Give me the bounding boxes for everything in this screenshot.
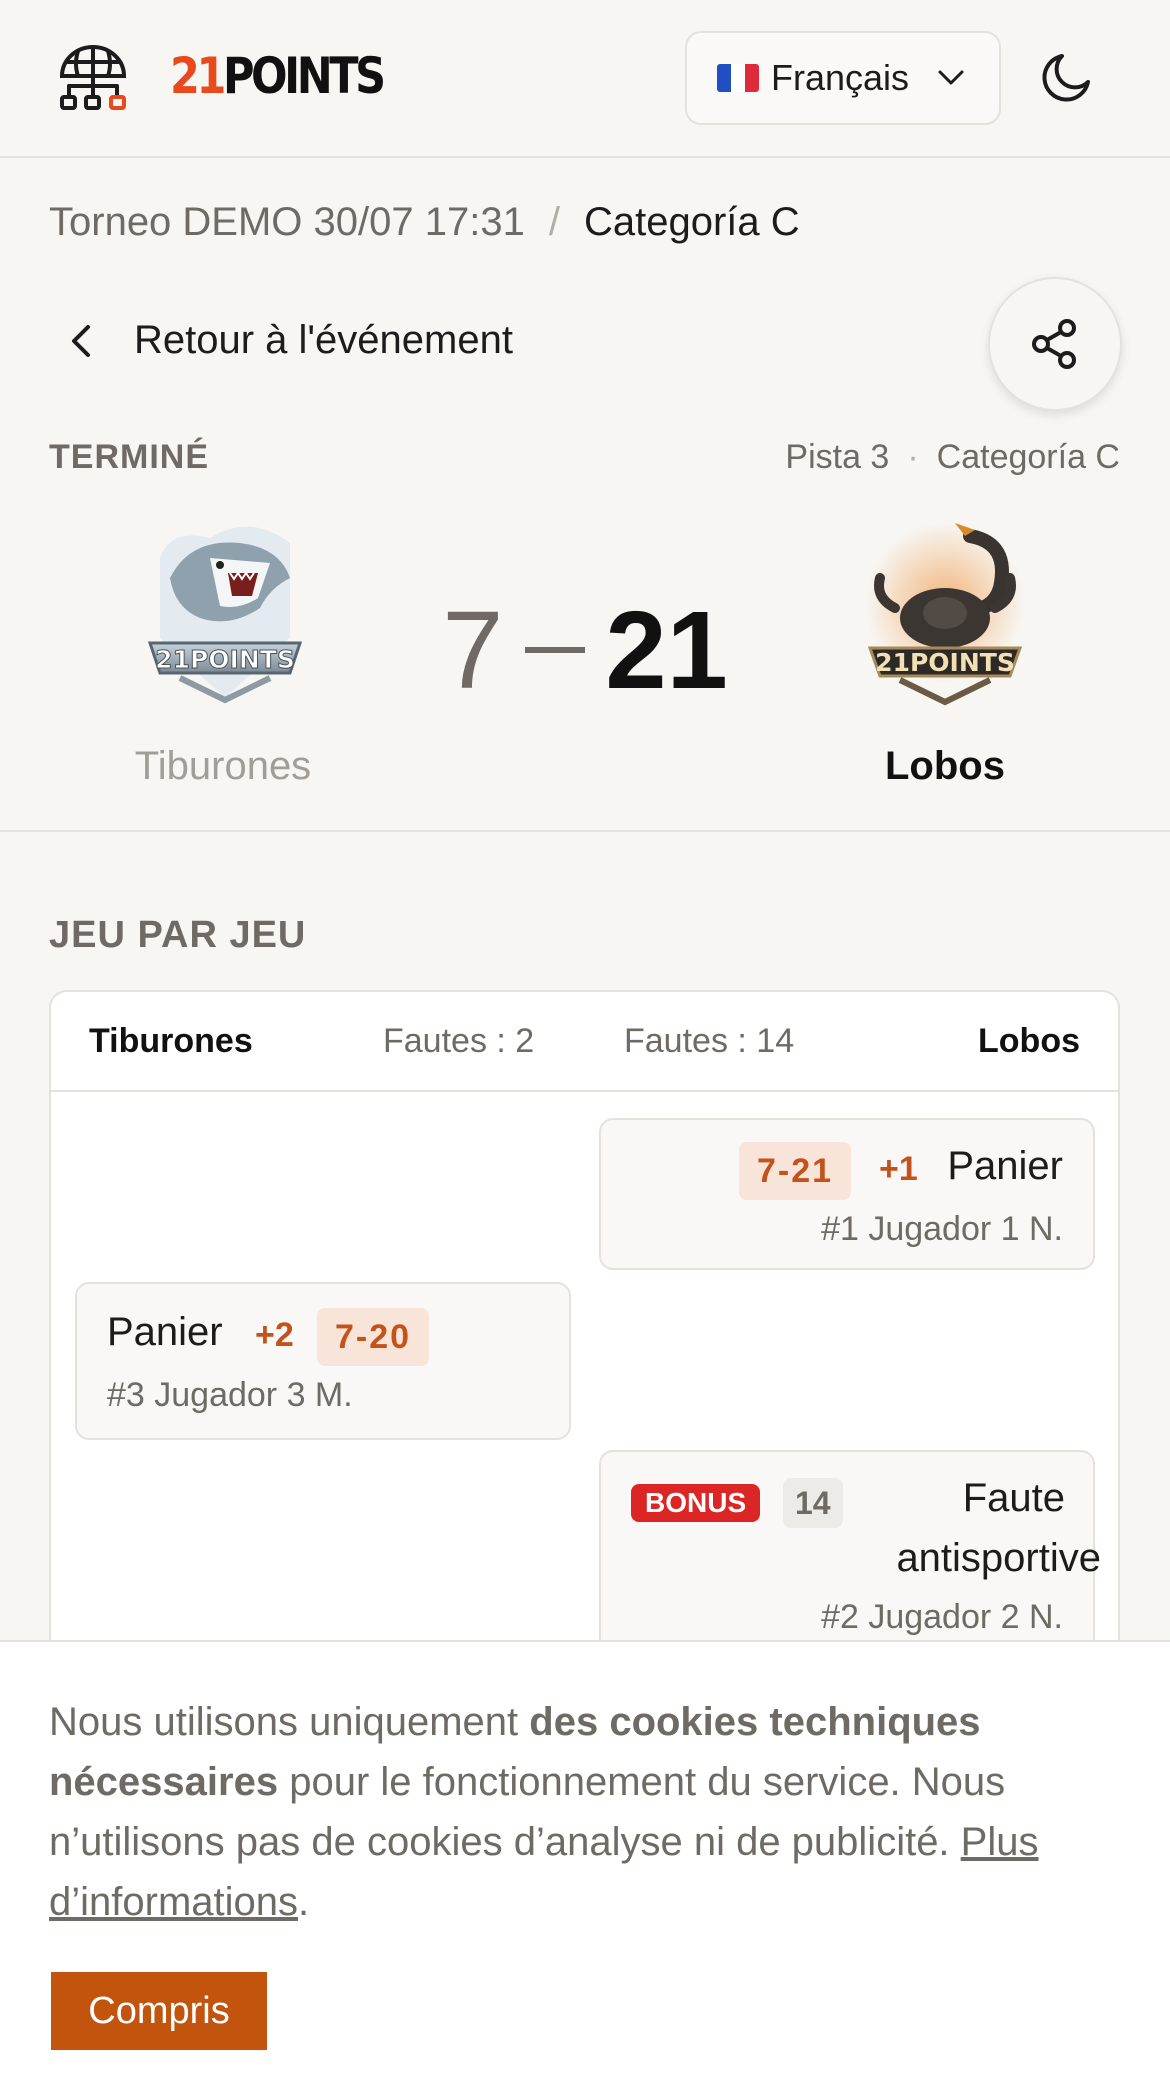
section-divider: [0, 830, 1170, 832]
logo-word: POINTS: [222, 47, 386, 105]
event-title: Panier: [107, 1310, 223, 1354]
language-selector[interactable]: Français: [685, 31, 1001, 125]
shark-team-logo[interactable]: 21POINTS: [140, 518, 310, 708]
play-by-play-title: JEU PAR JEU: [49, 914, 307, 956]
home-score: 7: [442, 588, 504, 712]
event-player: #2 Jugador 2 N.: [821, 1598, 1063, 1636]
score-separator: [525, 647, 586, 653]
event-title: Panier: [947, 1144, 1063, 1188]
logo-number: 21: [170, 47, 226, 105]
event-title-line2: antisportive: [896, 1536, 1101, 1580]
pbp-away-fouls: Fautes : 14: [624, 1022, 795, 1060]
event-score: 7-21: [739, 1142, 852, 1200]
back-label: Retour à l'événement: [134, 318, 513, 362]
breadcrumb-separator: /: [548, 200, 560, 244]
moon-icon[interactable]: [1040, 52, 1092, 104]
play-by-play-header: Tiburones Fautes : 2 Fautes : 14 Lobos: [51, 992, 1118, 1092]
breadcrumb-category: Categoría C: [583, 200, 800, 244]
svg-text:21POINTS: 21POINTS: [875, 648, 1015, 677]
event-points: +1: [879, 1150, 918, 1188]
match-meta: Pista 3 · Categoría C: [785, 438, 1120, 477]
play-event-away: 7-21 +1 Panier #1 Jugador 1 N.: [599, 1118, 1095, 1270]
play-event-away: BONUS 14 Faute antisportive #2 Jugador 2…: [599, 1450, 1101, 1670]
chevron-left-icon: [72, 324, 90, 357]
language-label: Français: [771, 57, 910, 98]
flag-france-icon: [717, 64, 759, 92]
back-to-event-link[interactable]: Retour à l'événement: [64, 318, 513, 363]
away-score: 21: [605, 588, 728, 712]
play-event-home: Panier +2 7-20 #3 Jugador 3 M.: [75, 1282, 571, 1440]
event-score: 7-20: [317, 1308, 430, 1366]
event-player: #3 Jugador 3 M.: [107, 1376, 353, 1414]
category-label: Categoría C: [936, 438, 1120, 476]
foul-count-badge: 14: [783, 1478, 843, 1528]
home-team-name[interactable]: Tiburones: [43, 744, 403, 789]
away-team-name[interactable]: Lobos: [765, 744, 1125, 789]
pbp-away-team: Lobos: [978, 1022, 1080, 1060]
breadcrumb: Torneo DEMO 30/07 17:31 / Categoría C: [49, 200, 800, 245]
meta-dot: ·: [907, 438, 919, 476]
match-status: TERMINÉ: [49, 438, 209, 476]
share-button[interactable]: [988, 277, 1122, 411]
event-player: #1 Jugador 1 N.: [821, 1210, 1063, 1248]
pbp-home-team: Tiburones: [89, 1022, 253, 1060]
cookie-banner: Nous utilisons uniquement des cookies te…: [0, 1640, 1170, 2100]
app-header: 21POINTS Français: [0, 0, 1170, 158]
event-title: Faute: [962, 1476, 1065, 1520]
basketball-bracket-logo-icon: [59, 45, 127, 110]
cookie-text-a: Nous utilisons uniquement: [49, 1700, 530, 1744]
final-score: 7 21: [420, 580, 750, 720]
court-label: Pista 3: [785, 438, 890, 476]
accept-cookies-button[interactable]: Compris: [51, 1972, 267, 2050]
share-icon: [1032, 319, 1076, 369]
cookie-message: Nous utilisons uniquement des cookies te…: [49, 1692, 1129, 1932]
brand-logo[interactable]: 21POINTS: [170, 44, 386, 108]
breadcrumb-tournament[interactable]: Torneo DEMO 30/07 17:31: [49, 200, 525, 244]
scorpion-team-logo[interactable]: 21POINTS: [860, 518, 1030, 708]
bonus-badge: BONUS: [631, 1484, 761, 1522]
cookie-text-d: .: [298, 1880, 310, 1924]
chevron-down-icon: [938, 70, 964, 85]
svg-text:21POINTS: 21POINTS: [155, 645, 295, 674]
event-points: +2: [255, 1316, 294, 1354]
pbp-home-fouls: Fautes : 2: [383, 1022, 535, 1060]
